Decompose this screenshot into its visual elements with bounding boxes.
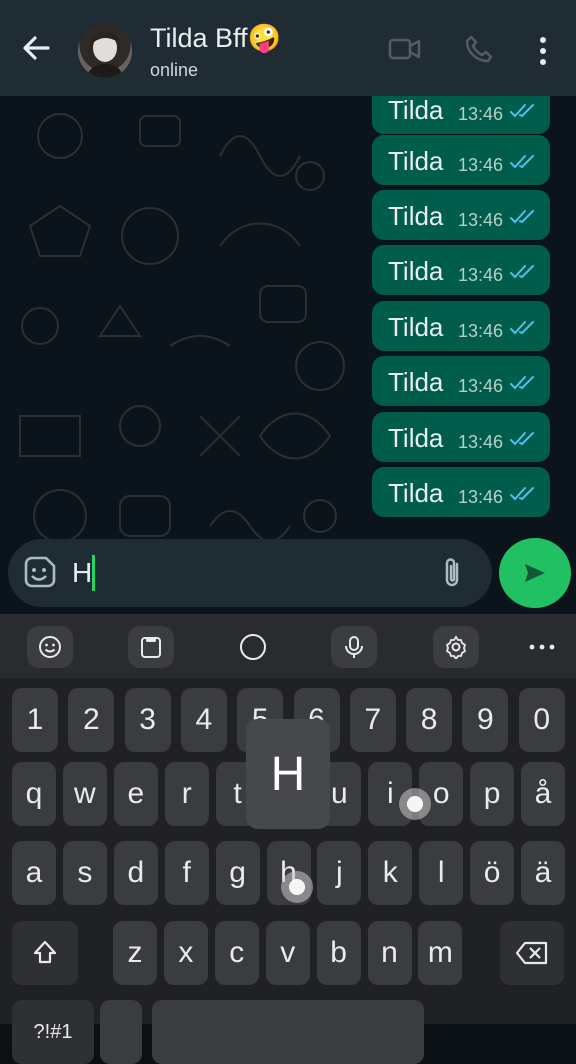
message-bubble[interactable]: Tilda 13:46: [372, 135, 550, 185]
key-k[interactable]: k: [368, 841, 413, 905]
clipboard-icon: [141, 637, 161, 658]
kb-more-button[interactable]: [519, 626, 565, 668]
comma-key[interactable]: [100, 1000, 142, 1064]
key-a[interactable]: a: [12, 841, 56, 905]
key-e[interactable]: e: [113, 762, 158, 826]
kb-emoji-button[interactable]: [27, 626, 73, 668]
message-time: 13:46: [458, 155, 504, 175]
key-4[interactable]: 4: [180, 688, 227, 752]
message-bubble[interactable]: Tilda 13:46: [372, 190, 550, 240]
shift-key[interactable]: [12, 921, 78, 985]
message-time: 13:46: [458, 210, 504, 230]
read-receipt-icon: [510, 265, 534, 279]
message-time: 13:46: [458, 487, 504, 507]
read-receipt-icon: [510, 104, 534, 118]
message-bubble[interactable]: Tilda 13:46: [372, 245, 550, 295]
circle-icon: [240, 634, 266, 660]
send-button[interactable]: [499, 538, 571, 608]
back-arrow-icon[interactable]: [18, 30, 54, 66]
symbols-key[interactable]: ?!#1: [12, 1000, 94, 1064]
key-b[interactable]: b: [316, 921, 361, 985]
key-d[interactable]: d: [113, 841, 158, 905]
message-text: Tilda: [388, 367, 444, 397]
key-n[interactable]: n: [367, 921, 412, 985]
key-w[interactable]: w: [62, 762, 107, 826]
key-9[interactable]: 9: [462, 688, 509, 752]
key-0[interactable]: 0: [518, 688, 565, 752]
message-text: Tilda: [388, 478, 444, 508]
key-v[interactable]: v: [265, 921, 310, 985]
composer-text[interactable]: H: [72, 557, 92, 589]
kb-settings-button[interactable]: [433, 626, 479, 668]
key-8[interactable]: 8: [406, 688, 453, 752]
read-receipt-icon: [510, 155, 534, 169]
backspace-key[interactable]: [500, 921, 564, 985]
text-cursor: [92, 555, 95, 591]
message-bubble[interactable]: Tilda 13:46: [372, 301, 550, 351]
key-s[interactable]: s: [62, 841, 107, 905]
key-press-preview: H: [246, 719, 330, 829]
message-bubble[interactable]: Tilda 13:46: [372, 467, 550, 517]
read-receipt-icon: [510, 487, 534, 501]
send-icon: [525, 564, 545, 582]
more-horizontal-icon: [529, 644, 555, 650]
read-receipt-icon: [510, 210, 534, 224]
message-text: Tilda: [388, 95, 444, 125]
sticker-emoji-icon[interactable]: [22, 556, 56, 590]
message-time: 13:46: [458, 321, 504, 341]
message-text: Tilda: [388, 256, 444, 286]
read-receipt-icon: [510, 376, 534, 390]
key-1[interactable]: 1: [12, 688, 58, 752]
message-text: Tilda: [388, 146, 444, 176]
key-2[interactable]: 2: [68, 688, 115, 752]
kb-circle-button[interactable]: [230, 626, 276, 668]
kb-clipboard-button[interactable]: [128, 626, 174, 668]
message-time: 13:46: [458, 376, 504, 396]
key-j[interactable]: j: [317, 841, 362, 905]
key-r[interactable]: r: [164, 762, 209, 826]
keyboard-toolbar: [0, 614, 576, 678]
message-text: Tilda: [388, 312, 444, 342]
contact-avatar[interactable]: [78, 24, 132, 78]
touch-indicator: [399, 788, 431, 820]
key-f[interactable]: f: [164, 841, 209, 905]
message-time: 13:46: [458, 104, 504, 124]
key-ä[interactable]: ä: [521, 841, 565, 905]
touch-indicator: [281, 871, 313, 903]
more-options-icon[interactable]: [530, 34, 556, 68]
message-text: Tilda: [388, 201, 444, 231]
contact-name[interactable]: Tilda Bff🤪: [150, 22, 281, 54]
key-q[interactable]: q: [12, 762, 56, 826]
gear-icon: [445, 635, 467, 659]
video-call-icon[interactable]: [388, 36, 422, 67]
space-key[interactable]: [152, 1000, 424, 1064]
key-l[interactable]: l: [419, 841, 464, 905]
key-å[interactable]: å: [521, 762, 565, 826]
key-7[interactable]: 7: [349, 688, 396, 752]
message-text: Tilda: [388, 423, 444, 453]
microphone-icon: [345, 636, 363, 658]
smiley-icon: [39, 636, 61, 658]
key-3[interactable]: 3: [124, 688, 171, 752]
key-z[interactable]: z: [113, 921, 157, 985]
key-c[interactable]: c: [214, 921, 259, 985]
key-ö[interactable]: ö: [470, 841, 515, 905]
key-p[interactable]: p: [470, 762, 515, 826]
read-receipt-icon: [510, 321, 534, 335]
key-m[interactable]: m: [418, 921, 463, 985]
key-g[interactable]: g: [215, 841, 260, 905]
message-time: 13:46: [458, 265, 504, 285]
key-x[interactable]: x: [163, 921, 208, 985]
kb-voice-button[interactable]: [331, 626, 377, 668]
message-time: 13:46: [458, 432, 504, 452]
message-bubble[interactable]: Tilda 13:46: [372, 356, 550, 406]
attach-paperclip-icon[interactable]: [436, 556, 468, 590]
message-bubble[interactable]: Tilda 13:46: [372, 412, 550, 462]
contact-status: online: [150, 60, 199, 80]
read-receipt-icon: [510, 432, 534, 446]
voice-call-icon[interactable]: [464, 34, 494, 69]
